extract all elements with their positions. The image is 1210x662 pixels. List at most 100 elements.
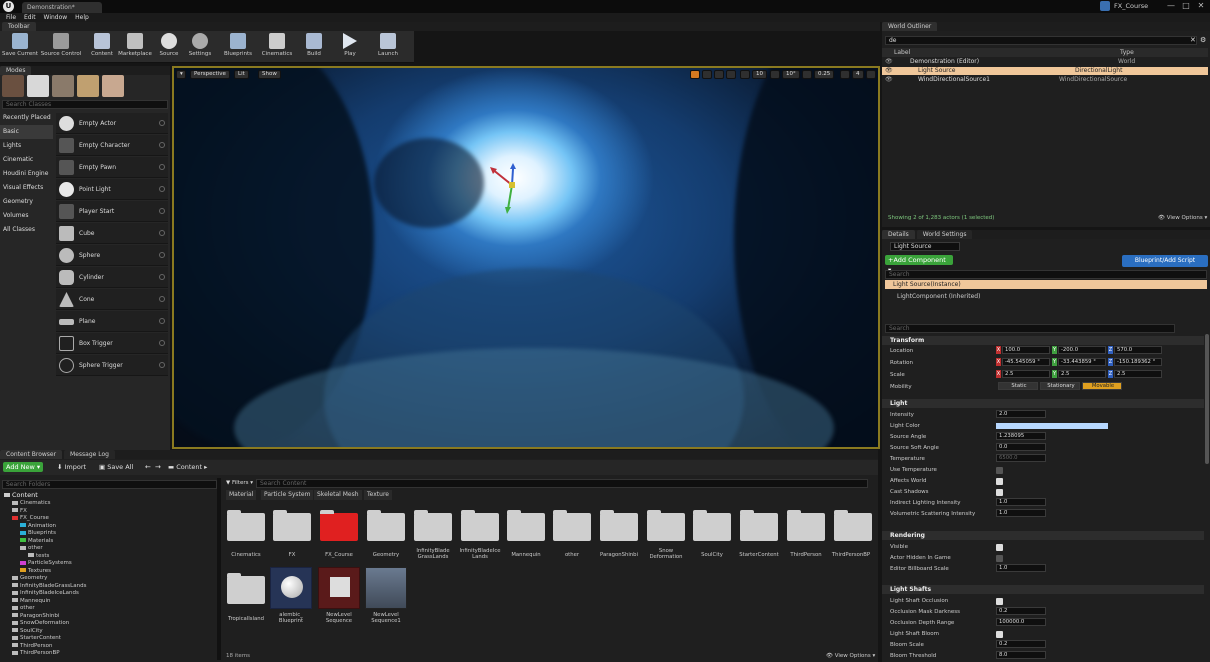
label-column-header[interactable]: Label <box>894 48 910 57</box>
viewport-options-button[interactable]: ▾ <box>176 70 186 79</box>
eye-icon[interactable]: 👁 <box>885 76 893 84</box>
tree-item[interactable]: ThirdPerson <box>12 643 53 650</box>
tree-item[interactable]: FX_Course <box>12 515 49 522</box>
sequence-thumbnail[interactable] <box>318 567 360 609</box>
tree-item[interactable]: other <box>12 605 35 612</box>
place-item-cone[interactable]: Cone <box>56 289 168 310</box>
scale-z-field[interactable]: 2.5 <box>1114 370 1162 378</box>
modes-tab[interactable]: Modes <box>0 66 32 75</box>
source-angle-field[interactable]: 1.238095 <box>996 432 1046 440</box>
help-icon[interactable] <box>159 296 165 302</box>
level-thumbnail[interactable] <box>365 567 407 609</box>
search-folders-input[interactable]: Search Folders <box>2 480 217 489</box>
category-recently-placed[interactable]: Recently Placed <box>0 111 53 125</box>
category-lights[interactable]: Lights <box>0 139 53 153</box>
tree-item[interactable]: InfinityBladeIceLands <box>12 590 79 597</box>
category-volumes[interactable]: Volumes <box>0 209 53 223</box>
scale-snap-icon[interactable] <box>802 70 812 79</box>
help-icon[interactable] <box>159 252 165 258</box>
menu-help[interactable]: Help <box>75 14 89 21</box>
mobility-stationary-button[interactable]: Stationary <box>1040 382 1080 390</box>
world-icon[interactable] <box>726 70 736 79</box>
hidden-in-game-checkbox[interactable] <box>996 555 1003 562</box>
location-y-field[interactable]: -200.0 <box>1058 346 1106 354</box>
source-soft-angle-field[interactable]: 0.0 <box>996 443 1046 451</box>
folder-icon[interactable] <box>414 510 452 541</box>
settings-button[interactable]: Settings <box>186 33 214 61</box>
camera-speed-icon[interactable] <box>840 70 850 79</box>
light-component-row[interactable]: LightComponent (Inherited) <box>885 292 1207 301</box>
place-mode-icon[interactable] <box>2 75 24 97</box>
light-color-swatch[interactable] <box>996 423 1108 429</box>
place-item-empty-pawn[interactable]: Empty Pawn <box>56 157 168 178</box>
location-z-field[interactable]: 570.0 <box>1114 346 1162 354</box>
folder-icon[interactable] <box>507 510 545 541</box>
camera-speed-value[interactable]: 4 <box>852 70 864 79</box>
mobility-movable-button[interactable]: Movable <box>1082 382 1122 390</box>
tree-item[interactable]: Textures <box>20 568 51 575</box>
bloom-scale-field[interactable]: 0.2 <box>996 640 1046 648</box>
folder-icon[interactable] <box>367 510 405 541</box>
tree-item[interactable]: FX <box>12 508 27 515</box>
eye-icon[interactable]: 👁 <box>885 58 893 66</box>
folder-icon[interactable] <box>647 510 685 541</box>
help-icon[interactable] <box>159 362 165 368</box>
folder-icon[interactable] <box>787 510 825 541</box>
component-instance-row[interactable]: Light Source(Instance) <box>885 280 1207 289</box>
filters-button[interactable]: ▼ Filters ▾ <box>226 479 253 488</box>
import-button[interactable]: ⬇ Import <box>57 462 86 472</box>
tree-item[interactable]: Content <box>4 492 38 499</box>
place-item-player-start[interactable]: Player Start <box>56 201 168 222</box>
component-search-input[interactable]: Search <box>885 270 1207 279</box>
perspective-button[interactable]: Perspective <box>190 70 230 79</box>
rotation-x-field[interactable]: -45.545059 ° <box>1002 358 1050 366</box>
tree-item[interactable]: tests <box>28 553 49 560</box>
rotate-snap-value[interactable]: 10° <box>782 70 800 79</box>
use-temperature-checkbox[interactable] <box>996 467 1003 474</box>
category-houdini-engine[interactable]: Houdini Engine <box>0 167 53 181</box>
grid-snap-value[interactable]: 10 <box>752 70 767 79</box>
category-cinematic[interactable]: Cinematic <box>0 153 53 167</box>
lit-button[interactable]: Lit <box>234 70 249 79</box>
back-button[interactable]: ← <box>145 462 151 472</box>
tree-item[interactable]: ParagonShinbi <box>12 613 59 620</box>
tree-item[interactable]: Materials <box>20 538 53 545</box>
maximize-viewport-icon[interactable] <box>866 70 876 79</box>
location-x-field[interactable]: 100.0 <box>1002 346 1050 354</box>
tree-item[interactable]: Cinematics <box>12 500 51 507</box>
scale-y-field[interactable]: 2.5 <box>1058 370 1106 378</box>
indirect-lighting-field[interactable]: 1.0 <box>996 498 1046 506</box>
tree-item[interactable]: ThirdPersonBP <box>12 650 60 657</box>
play-button[interactable]: Play <box>338 33 362 61</box>
place-item-empty-character[interactable]: Empty Character <box>56 135 168 156</box>
tree-item[interactable]: Geometry <box>12 575 47 582</box>
mobility-static-button[interactable]: Static <box>998 382 1038 390</box>
world-settings-tab[interactable]: World Settings <box>916 230 973 239</box>
folder-icon[interactable] <box>461 510 499 541</box>
world-outliner-tab[interactable]: World Outliner <box>882 22 938 31</box>
billboard-scale-field[interactable]: 1.0 <box>996 564 1046 572</box>
visible-checkbox[interactable] <box>996 544 1003 551</box>
rotate-snap-icon[interactable] <box>770 70 780 79</box>
transform-gizmo[interactable] <box>484 163 544 223</box>
folder-icon[interactable] <box>273 510 311 541</box>
mask-darkness-field[interactable]: 0.2 <box>996 607 1046 615</box>
help-icon[interactable] <box>159 164 165 170</box>
place-item-point-light[interactable]: Point Light <box>56 179 168 200</box>
intensity-field[interactable]: 2.0 <box>996 410 1046 418</box>
build-button[interactable]: Build <box>302 33 326 61</box>
place-item-box-trigger[interactable]: Box Trigger <box>56 333 168 354</box>
help-icon[interactable] <box>159 186 165 192</box>
folder-icon[interactable] <box>600 510 638 541</box>
filter-chip[interactable]: Particle System <box>261 490 314 500</box>
folder-icon[interactable] <box>227 510 265 541</box>
details-scrollbar[interactable] <box>1205 334 1209 464</box>
menu-window[interactable]: Window <box>44 14 68 21</box>
help-icon[interactable] <box>159 142 165 148</box>
maximize-button[interactable]: □ <box>1179 1 1193 11</box>
outliner-row-selected[interactable]: 👁 Light Source DirectionalLight <box>882 67 1208 75</box>
save-all-button[interactable]: ▣ Save All <box>99 462 133 472</box>
help-icon[interactable] <box>159 120 165 126</box>
filter-chip[interactable]: Texture <box>364 490 392 500</box>
settings-icon[interactable]: ⚙ <box>1200 36 1208 45</box>
